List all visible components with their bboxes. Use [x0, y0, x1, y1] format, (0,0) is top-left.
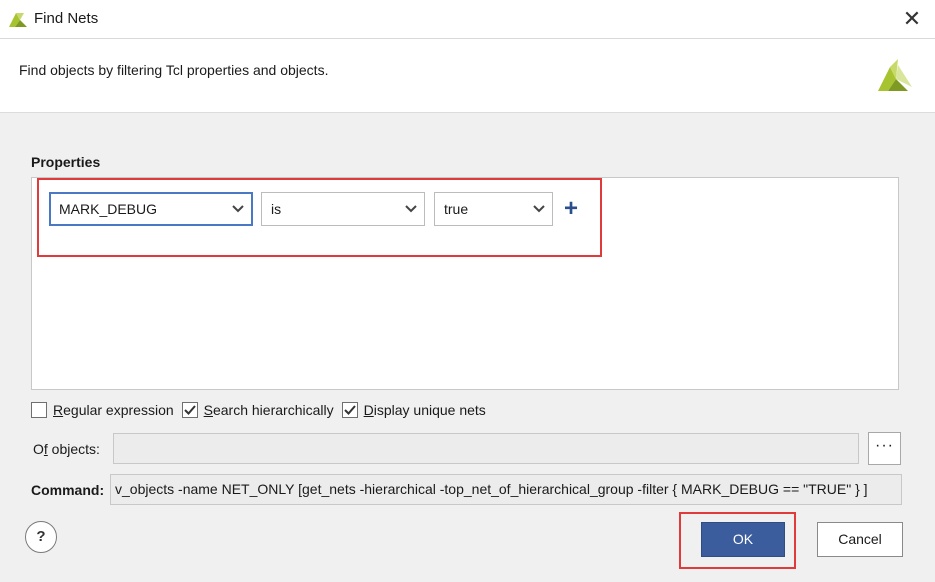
- xilinx-logo-icon: [878, 59, 912, 91]
- header-description: Find objects by filtering Tcl properties…: [19, 62, 329, 78]
- value-dropdown[interactable]: true: [434, 192, 553, 226]
- chevron-down-icon: [225, 194, 251, 224]
- cancel-button[interactable]: Cancel: [817, 522, 903, 557]
- browse-objects-button[interactable]: ···: [868, 432, 901, 465]
- filter-value: true: [444, 201, 469, 217]
- chevron-down-icon: [398, 193, 424, 225]
- property-name-value: MARK_DEBUG: [59, 201, 158, 217]
- operator-dropdown[interactable]: is: [261, 192, 425, 226]
- chevron-down-icon: [526, 193, 552, 225]
- of-objects-label: Of objects:: [33, 441, 100, 457]
- display-unique-nets-label: Display unique nets: [363, 402, 486, 418]
- xilinx-logo-icon: [9, 13, 27, 27]
- header-divider: [0, 112, 935, 113]
- checkbox-checked-icon[interactable]: [181, 402, 198, 418]
- add-filter-button[interactable]: +: [560, 195, 582, 222]
- command-field[interactable]: v_objects -name NET_ONLY [get_nets -hier…: [110, 474, 902, 505]
- search-hierarchically-checkbox[interactable]: Search hierarchically: [181, 402, 334, 418]
- ok-button[interactable]: OK: [701, 522, 785, 557]
- help-icon: ?: [36, 528, 46, 545]
- checkbox-checked-icon[interactable]: [341, 402, 358, 418]
- help-button[interactable]: ?: [25, 521, 57, 553]
- close-button[interactable]: ✕: [897, 5, 927, 32]
- more-icon: ···: [875, 437, 894, 454]
- search-hierarchically-label: Search hierarchically: [203, 402, 334, 418]
- properties-label: Properties: [31, 154, 101, 170]
- display-unique-nets-checkbox[interactable]: Display unique nets: [341, 402, 486, 418]
- command-label: Command:: [31, 482, 105, 498]
- regular-expression-label: Regular expression: [53, 402, 174, 418]
- close-icon: ✕: [902, 6, 922, 31]
- property-name-dropdown[interactable]: MARK_DEBUG: [49, 192, 253, 226]
- regular-expression-checkbox[interactable]: Regular expression: [31, 402, 174, 418]
- of-objects-field[interactable]: [113, 433, 859, 464]
- window-title: Find Nets: [34, 10, 99, 27]
- options-row: Regular expression Search hierarchically…: [31, 401, 494, 419]
- operator-value: is: [271, 201, 282, 217]
- title-bar: Find Nets ✕: [0, 0, 935, 38]
- checkbox-unchecked-icon[interactable]: [31, 402, 47, 418]
- plus-icon: +: [563, 195, 578, 222]
